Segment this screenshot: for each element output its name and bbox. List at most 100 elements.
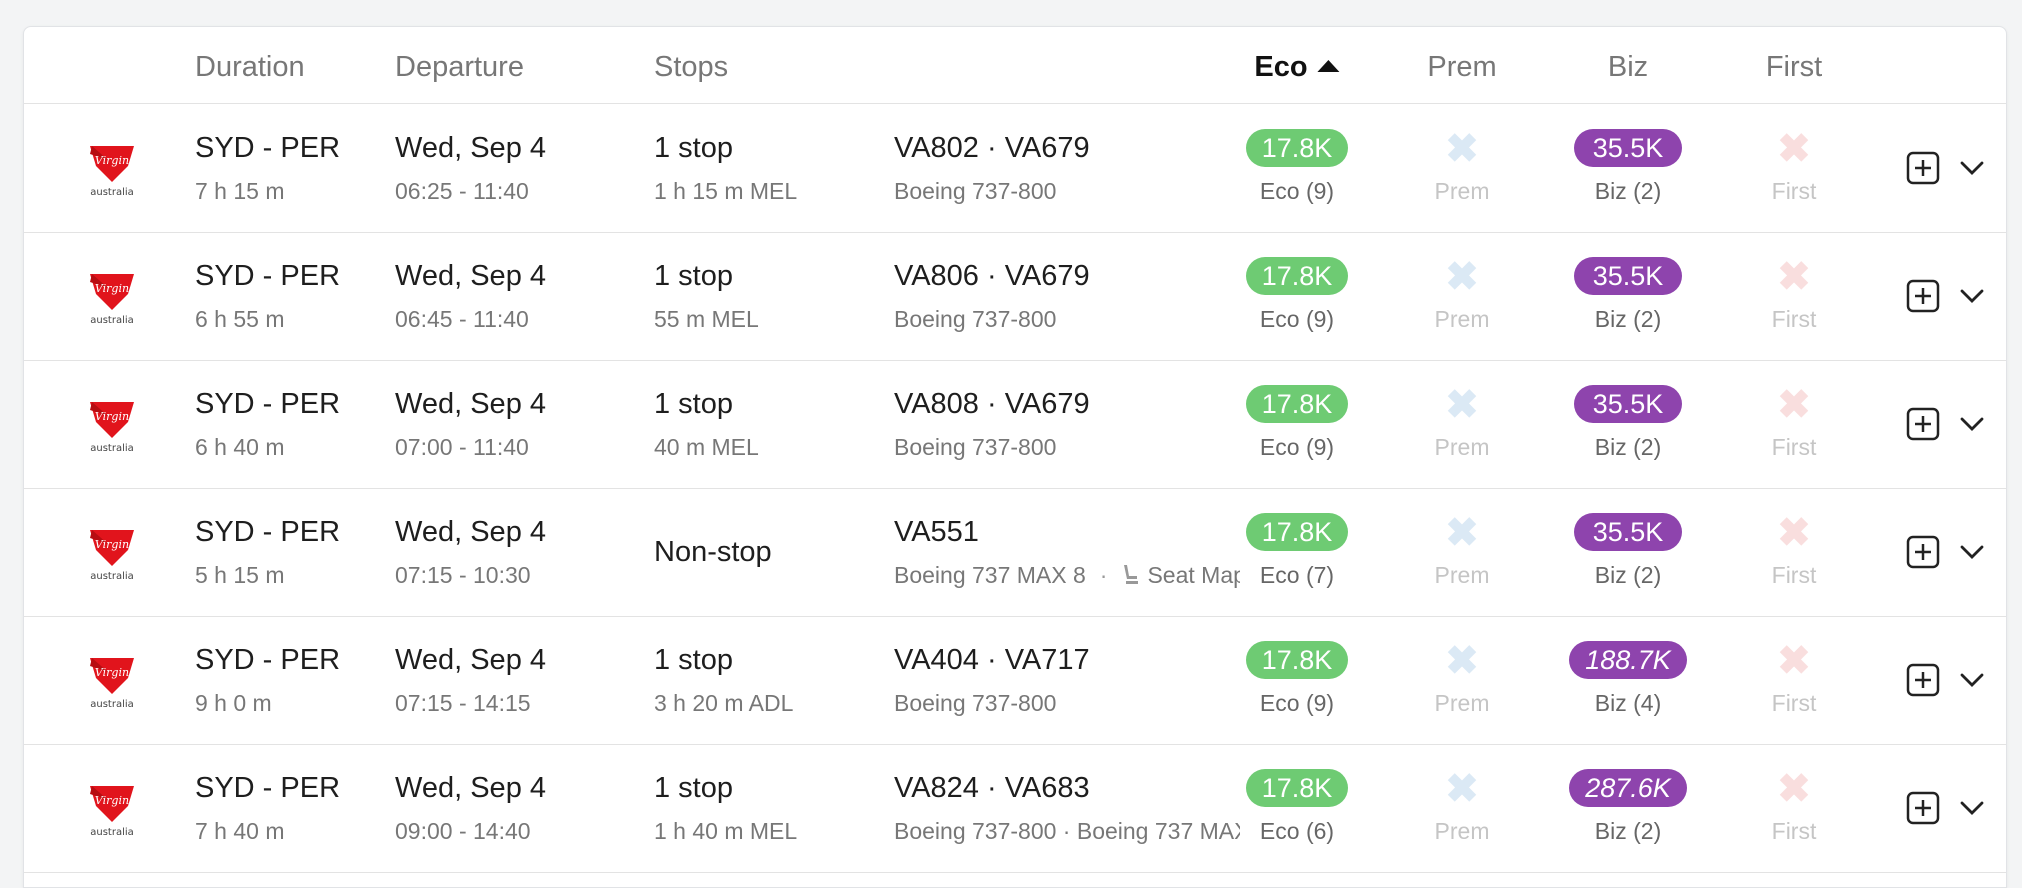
biz-price-pill[interactable]: 35.5K xyxy=(1574,385,1682,423)
aircraft-name: Boeing 737-800 xyxy=(894,690,1057,716)
header-first[interactable]: First xyxy=(1766,51,1822,84)
stops: 1 stop xyxy=(654,132,733,164)
first-unavailable-icon: ✖ xyxy=(1777,511,1811,555)
svg-text:australia: australia xyxy=(90,827,134,838)
flight-numbers: VA824 · VA683 xyxy=(894,772,1090,804)
eco-seats: Eco (9) xyxy=(1259,434,1335,460)
prem-unavailable-icon: ✖ xyxy=(1445,255,1479,299)
departure-date: Wed, Sep 4 xyxy=(395,644,547,676)
eco-price-pill[interactable]: 17.8K xyxy=(1246,129,1348,167)
chevron-down-icon[interactable] xyxy=(1958,156,1986,180)
aircraft-name: Boeing 737-800 xyxy=(894,306,1057,332)
first-unavailable-icon: ✖ xyxy=(1777,639,1811,683)
header-eco-sorted[interactable]: Eco xyxy=(1254,51,1340,84)
biz-seats: Biz (2) xyxy=(1594,306,1662,332)
duration: 6 h 55 m xyxy=(195,306,285,332)
add-plus-icon[interactable] xyxy=(1906,279,1940,313)
chevron-down-icon[interactable] xyxy=(1958,796,1986,820)
eco-seats: Eco (9) xyxy=(1259,306,1335,332)
departure-times: 09:00 - 14:40 xyxy=(395,818,531,844)
route: SYD - PER xyxy=(195,772,341,804)
aircraft: Boeing 737-800· xyxy=(894,434,1240,461)
eco-price-pill[interactable]: 17.8K xyxy=(1246,257,1348,295)
prem-label: Prem xyxy=(1434,818,1490,844)
first-label: First xyxy=(1771,690,1817,716)
add-plus-icon[interactable] xyxy=(1906,791,1940,825)
add-plus-icon[interactable] xyxy=(1906,407,1940,441)
eco-price-pill[interactable]: 17.8K xyxy=(1246,385,1348,423)
add-plus-icon[interactable] xyxy=(1906,535,1940,569)
sort-ascending-icon xyxy=(1317,60,1340,72)
chevron-down-icon[interactable] xyxy=(1958,668,1986,692)
route: SYD - PER xyxy=(195,644,341,676)
departure-times: 06:45 - 11:40 xyxy=(395,306,529,332)
biz-price-pill[interactable]: 35.5K xyxy=(1574,129,1682,167)
svg-text:Virgin: Virgin xyxy=(95,538,129,551)
biz-seats: Biz (2) xyxy=(1594,178,1662,204)
departure-times: 07:15 - 14:15 xyxy=(395,690,531,716)
eco-price-pill[interactable]: 17.8K xyxy=(1246,513,1348,551)
aircraft-name: Boeing 737 MAX 8 xyxy=(894,562,1086,588)
aircraft-name: Boeing 737-800 · Boeing 737 MAX 8 xyxy=(894,818,1240,844)
eco-seats: Eco (9) xyxy=(1259,178,1335,204)
aircraft-name: Boeing 737-800 xyxy=(894,178,1057,204)
seat-icon xyxy=(1124,565,1139,584)
aircraft: Boeing 737-800· xyxy=(894,178,1240,205)
departure-date: Wed, Sep 4 xyxy=(395,260,547,292)
chevron-down-icon[interactable] xyxy=(1958,412,1986,436)
add-plus-icon[interactable] xyxy=(1906,151,1940,185)
eco-price-pill[interactable]: 17.8K xyxy=(1246,641,1348,679)
seat-map-link[interactable]: · Seat Map xyxy=(1086,562,1240,588)
stops: 1 stop xyxy=(654,388,733,420)
prem-label: Prem xyxy=(1434,306,1490,332)
add-plus-icon[interactable] xyxy=(1906,663,1940,697)
biz-price-pill[interactable]: 35.5K xyxy=(1574,513,1682,551)
duration: 6 h 40 m xyxy=(195,434,285,460)
flight-numbers: VA404 · VA717 xyxy=(894,644,1090,676)
biz-price-pill[interactable]: 287.6K xyxy=(1569,769,1687,807)
biz-price-pill[interactable]: 35.5K xyxy=(1574,257,1682,295)
chevron-down-icon[interactable] xyxy=(1958,540,1986,564)
svg-text:Virgin: Virgin xyxy=(95,666,129,679)
header-biz[interactable]: Biz xyxy=(1608,51,1648,84)
prem-label: Prem xyxy=(1434,690,1490,716)
prem-unavailable-icon: ✖ xyxy=(1445,639,1479,683)
biz-seats: Biz (2) xyxy=(1594,562,1662,588)
header-stops[interactable]: Stops xyxy=(654,51,728,84)
departure-date: Wed, Sep 4 xyxy=(395,132,547,164)
header-eco-label: Eco xyxy=(1254,51,1308,83)
svg-text:australia: australia xyxy=(90,571,134,582)
flight-results-card: Duration Departure Stops Eco Prem Biz Fi… xyxy=(23,26,2007,888)
route: SYD - PER xyxy=(195,132,341,164)
prem-unavailable-icon: ✖ xyxy=(1445,511,1479,555)
eco-seats: Eco (7) xyxy=(1259,562,1335,588)
flight-row[interactable]: Virgin australia SYD - PER 7 h 15 m Wed,… xyxy=(24,104,2006,233)
aircraft: Boeing 737-800 · Boeing 737 MAX 8· xyxy=(894,818,1240,845)
departure-times: 07:00 - 11:40 xyxy=(395,434,529,460)
chevron-down-icon[interactable] xyxy=(1958,284,1986,308)
flight-row[interactable]: Virgin australia SYD - PER 9 h 0 m Wed, … xyxy=(24,616,2006,745)
header-duration[interactable]: Duration xyxy=(195,51,305,84)
header-departure[interactable]: Departure xyxy=(395,51,524,84)
header-prem[interactable]: Prem xyxy=(1427,51,1496,84)
first-label: First xyxy=(1771,178,1817,204)
flight-numbers: VA802 · VA679 xyxy=(894,132,1090,164)
flight-row[interactable]: Virgin australia SYD - PER 5 h 15 m Wed,… xyxy=(24,488,2006,617)
biz-seats: Biz (4) xyxy=(1594,690,1662,716)
first-unavailable-icon: ✖ xyxy=(1777,255,1811,299)
svg-text:Virgin: Virgin xyxy=(95,410,129,423)
route: SYD - PER xyxy=(195,516,341,548)
flight-row[interactable]: Virgin australia SYD - PER 7 h 40 m Wed,… xyxy=(24,744,2006,873)
eco-price-pill[interactable]: 17.8K xyxy=(1246,769,1348,807)
first-label: First xyxy=(1771,434,1817,460)
departure-date: Wed, Sep 4 xyxy=(395,772,547,804)
svg-text:Virgin: Virgin xyxy=(95,794,129,807)
route: SYD - PER xyxy=(195,388,341,420)
svg-text:australia: australia xyxy=(90,315,134,326)
biz-price-pill[interactable]: 188.7K xyxy=(1569,641,1687,679)
prem-label: Prem xyxy=(1434,178,1490,204)
layover: 55 m MEL xyxy=(654,306,759,332)
route: SYD - PER xyxy=(195,260,341,292)
flight-row[interactable]: Virgin australia SYD - PER 6 h 55 m Wed,… xyxy=(24,232,2006,361)
flight-row[interactable]: Virgin australia SYD - PER 6 h 40 m Wed,… xyxy=(24,360,2006,489)
